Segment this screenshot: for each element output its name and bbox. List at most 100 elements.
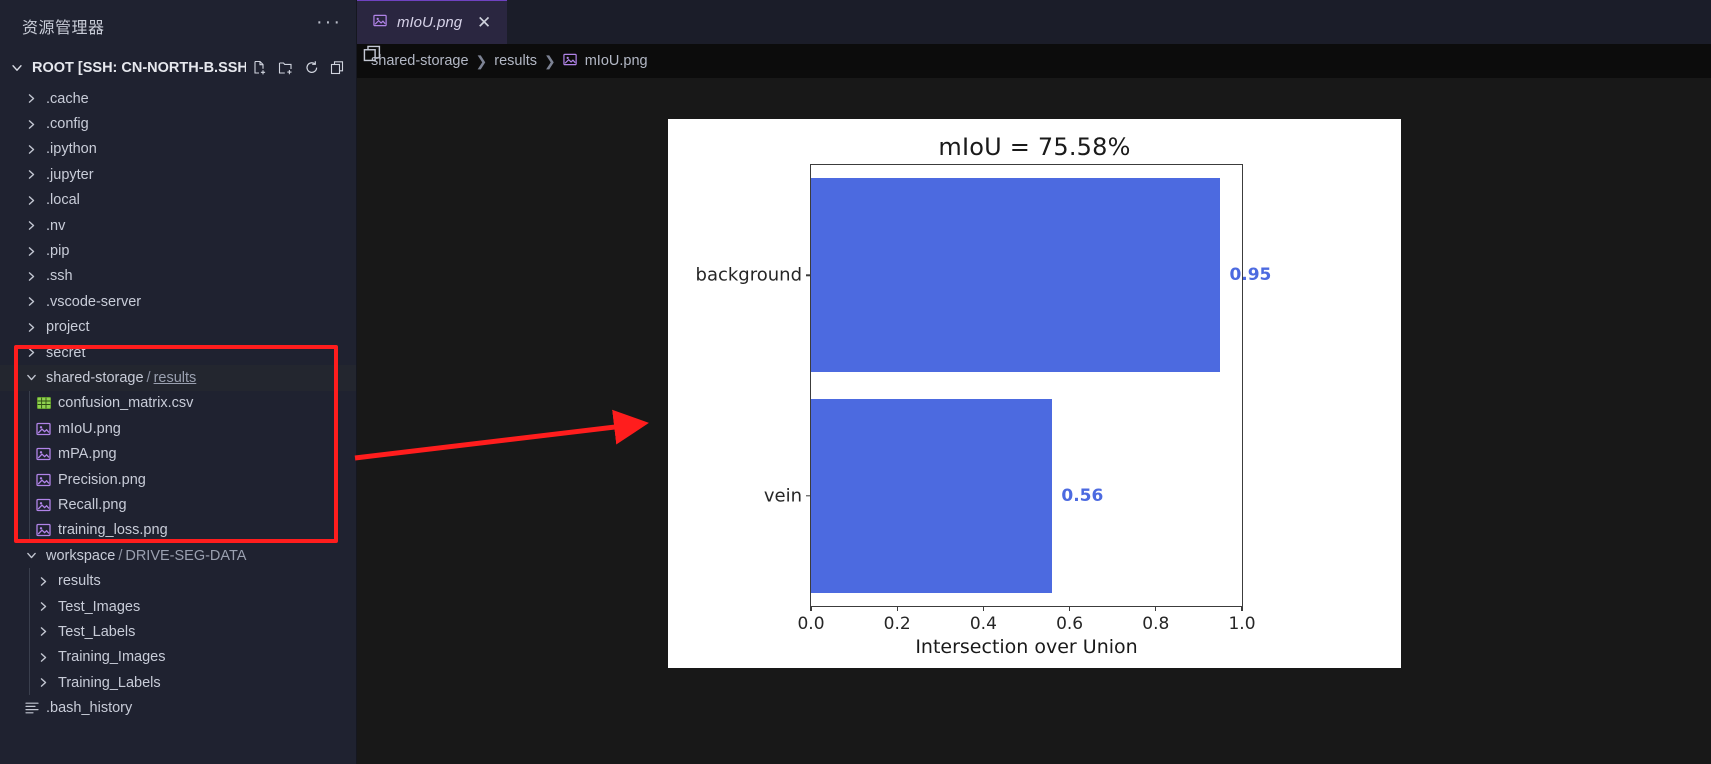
breadcrumb-file-label: mIoU.png xyxy=(584,53,648,69)
tree-indent-guide xyxy=(29,466,30,493)
chevron-down-icon[interactable] xyxy=(8,59,26,77)
tree-item-label: .local xyxy=(46,192,80,209)
chevron-right-icon[interactable] xyxy=(22,242,40,260)
tree-item-label: mIoU.png xyxy=(58,420,121,437)
tree-file-bash-history[interactable]: .bash_history xyxy=(0,695,356,720)
tree-item-label: .ipython xyxy=(46,141,97,158)
chevron-right-icon[interactable] xyxy=(22,90,40,108)
chevron-right-icon[interactable] xyxy=(34,572,52,590)
tree-folder-pip[interactable]: .pip xyxy=(0,238,356,263)
tree-folder-config[interactable]: .config xyxy=(0,111,356,136)
tree-item-label: .config xyxy=(46,116,89,133)
tree-folder-cache[interactable]: .cache xyxy=(0,86,356,111)
tree-folder-jupyter[interactable]: .jupyter xyxy=(0,162,356,187)
new-folder-icon[interactable] xyxy=(278,60,294,76)
x-axis-tick-label-0: 0.0 xyxy=(797,614,825,634)
editor-tab-bar: mIoU.png ✕ xyxy=(357,0,1711,44)
tree-folder-test-labels[interactable]: Test_Labels xyxy=(0,619,356,645)
image-file-icon xyxy=(36,472,52,488)
y-axis-label-background: background xyxy=(695,264,802,286)
tree-file-confusion-matrix-csv[interactable]: confusion_matrix.csv xyxy=(0,390,356,417)
new-file-icon[interactable] xyxy=(252,60,268,76)
tree-file-recall-png[interactable]: Recall.png xyxy=(0,492,356,518)
chart-image: mIoU = 75.58% background 0.95 vein 0.56 0.0 0… xyxy=(668,119,1401,668)
x-axis-tick xyxy=(1155,606,1157,611)
chevron-right-icon[interactable] xyxy=(22,344,40,362)
chevron-right-icon[interactable] xyxy=(22,318,40,336)
tab-close-button[interactable]: ✕ xyxy=(477,13,491,33)
x-axis-tick xyxy=(1241,606,1243,611)
tree-folder-ipython[interactable]: .ipython xyxy=(0,137,356,162)
bar-value-label-vein: 0.56 xyxy=(1061,485,1104,506)
explorer-more-actions-button[interactable]: ··· xyxy=(316,12,342,35)
chart-title: mIoU = 75.58% xyxy=(938,133,1131,161)
chevron-down-icon[interactable] xyxy=(22,369,40,387)
chevron-right-icon[interactable] xyxy=(22,140,40,158)
explorer-header: 资源管理器 ··· xyxy=(0,0,356,52)
tree-item-label: workspace / DRIVE-SEG-DATA xyxy=(46,547,247,564)
tree-folder-test-images[interactable]: Test_Images xyxy=(0,593,356,620)
tree-folder-results[interactable]: results xyxy=(0,568,356,594)
tree-item-label: Test_Images xyxy=(58,598,141,615)
tab-bar-empty-space xyxy=(507,0,1711,44)
text-file-icon xyxy=(24,700,40,716)
tree-item-label: Training_Labels xyxy=(58,674,161,691)
split-editor-icon[interactable] xyxy=(363,45,383,65)
breadcrumb: shared-storage ❯ results ❯ mIoU.png xyxy=(357,44,1711,78)
y-axis-label-vein: vein xyxy=(763,485,802,507)
tree-indent-guide xyxy=(29,644,30,670)
explorer-root-row[interactable]: ROOT [SSH: CN-NORTH-B.SSH.DA... xyxy=(0,52,356,84)
chevron-right-icon[interactable] xyxy=(22,217,40,235)
tree-indent-guide xyxy=(29,390,30,417)
tree-indent-guide xyxy=(29,568,30,594)
chevron-right-icon[interactable] xyxy=(22,293,40,311)
chevron-right-icon[interactable] xyxy=(22,267,40,285)
tree-item-label: .jupyter xyxy=(46,166,94,183)
refresh-icon[interactable] xyxy=(304,60,320,76)
chevron-down-icon[interactable] xyxy=(22,547,40,565)
tree-folder-training-labels[interactable]: Training_Labels xyxy=(0,669,356,696)
image-file-icon xyxy=(373,13,388,32)
tree-item-label: results xyxy=(58,573,101,590)
explorer-root-actions xyxy=(252,60,346,76)
tree-folder-vscode-server[interactable]: .vscode-server xyxy=(0,289,356,314)
tree-folder-nv[interactable]: .nv xyxy=(0,213,356,238)
chevron-right-icon[interactable] xyxy=(22,115,40,133)
chevron-right-icon[interactable] xyxy=(34,623,52,641)
tree-file-mpa-png[interactable]: mPA.png xyxy=(0,441,356,467)
chevron-right-icon[interactable] xyxy=(34,674,52,692)
chevron-right-icon[interactable] xyxy=(34,598,52,616)
breadcrumb-item-0[interactable]: shared-storage xyxy=(371,53,469,69)
collapse-all-icon[interactable] xyxy=(330,60,346,76)
plot-area: background 0.95 vein 0.56 0.0 0.2 0.4 0.6 0.8 1.0 xyxy=(696,164,1271,634)
tree-folder-workspace[interactable]: workspace / DRIVE-SEG-DATA xyxy=(0,543,356,568)
x-axis-tick-label-4: 0.8 xyxy=(1142,614,1170,634)
breadcrumb-item-1[interactable]: results xyxy=(494,53,537,69)
tree-item-label: Test_Labels xyxy=(58,623,136,640)
bar-background xyxy=(811,178,1221,373)
editor-area: mIoU.png ✕ shared-storage ❯ results ❯ mI… xyxy=(357,0,1711,764)
tree-item-label: Training_Images xyxy=(58,649,166,666)
breadcrumb-separator-icon: ❯ xyxy=(543,52,556,69)
x-axis-tick xyxy=(810,606,812,611)
tree-folder-project[interactable]: project xyxy=(0,315,356,340)
chevron-right-icon[interactable] xyxy=(34,648,52,666)
x-axis-tick-label-1: 0.2 xyxy=(883,614,911,634)
tree-indent-guide xyxy=(29,669,30,696)
tree-folder-local[interactable]: .local xyxy=(0,188,356,213)
tree-folder-secret[interactable]: secret xyxy=(0,340,356,365)
x-axis-tick-label-3: 0.6 xyxy=(1056,614,1084,634)
x-axis-tick-label-5: 1.0 xyxy=(1228,614,1256,634)
tree-item-label: .cache xyxy=(46,90,89,107)
tree-folder-ssh[interactable]: .ssh xyxy=(0,264,356,289)
bar-value-label-background: 0.95 xyxy=(1229,265,1272,286)
tree-file-precision-png[interactable]: Precision.png xyxy=(0,466,356,493)
chevron-right-icon[interactable] xyxy=(22,166,40,184)
tree-file-training-loss-png[interactable]: training_loss.png xyxy=(0,517,356,544)
tree-folder-shared-storage[interactable]: shared-storage / results xyxy=(0,365,356,391)
chevron-right-icon[interactable] xyxy=(22,191,40,209)
tree-file-miou-png[interactable]: mIoU.png xyxy=(0,416,356,442)
tree-folder-training-images[interactable]: Training_Images xyxy=(0,644,356,670)
breadcrumb-item-2[interactable]: mIoU.png xyxy=(563,52,648,71)
tab-mIoU-png[interactable]: mIoU.png ✕ xyxy=(357,0,507,44)
